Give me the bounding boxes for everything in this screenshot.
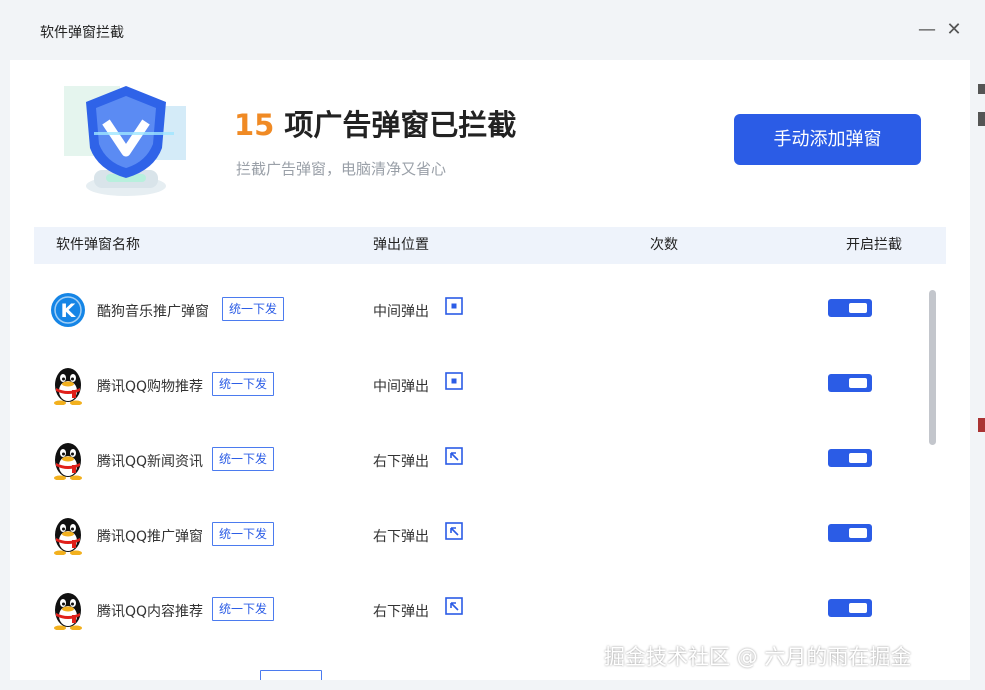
minimize-button[interactable]: —: [914, 18, 940, 42]
toggle-knob: [849, 603, 867, 613]
title-bar: 软件弹窗拦截 — ✕: [0, 0, 985, 60]
center-popup-icon: [445, 372, 463, 390]
distribution-tag: 统一下发: [212, 372, 275, 396]
popup-blocker-window: 软件弹窗拦截 — ✕ 15 项广告弹窗已拦截 拦截广告弹窗，电脑清净又省心 手动添…: [0, 0, 985, 690]
toggle-knob: [849, 528, 867, 538]
block-toggle[interactable]: [828, 599, 872, 617]
table-row: 腾讯QQ购物推荐 统一下发 中间弹出: [34, 348, 914, 423]
svg-text:K: K: [61, 300, 77, 322]
manual-add-button[interactable]: 手动添加弹窗: [734, 114, 921, 165]
popup-position: 中间弹出: [373, 379, 429, 395]
shield-illustration-icon: [64, 86, 186, 196]
close-button[interactable]: ✕: [941, 18, 967, 42]
app-name: 腾讯QQ新闻资讯: [97, 454, 204, 470]
background-edge: [978, 84, 985, 94]
headline: 15 项广告弹窗已拦截: [234, 102, 516, 144]
watermark-text: 掘金技术社区 @ 六月的雨在掘金: [604, 645, 912, 669]
block-toggle[interactable]: [828, 524, 872, 542]
popup-position: 右下弹出: [373, 604, 429, 620]
distribution-tag: 统一下发: [212, 522, 275, 546]
column-header-toggle: 开启拦截: [846, 237, 902, 253]
block-toggle[interactable]: [828, 449, 872, 467]
distribution-tag: 统一下发: [212, 597, 275, 621]
bottom-right-popup-icon: [445, 597, 463, 615]
headline-text: 项广告弹窗已拦截: [284, 108, 517, 142]
qq-penguin-icon: [54, 368, 82, 405]
toggle-knob: [849, 303, 867, 313]
column-header-position: 弹出位置: [373, 237, 429, 253]
main-panel: 15 项广告弹窗已拦截 拦截广告弹窗，电脑清净又省心 手动添加弹窗 软件弹窗名称 …: [10, 60, 970, 680]
kugou-icon: K: [51, 293, 85, 327]
app-name: 腾讯QQ购物推荐: [97, 379, 204, 395]
bottom-right-popup-icon: [445, 522, 463, 540]
app-name: 腾讯QQ推广弹窗: [97, 529, 204, 545]
column-header-count: 次数: [650, 237, 678, 253]
table-row: 腾讯QQ内容推荐 统一下发 右下弹出: [34, 573, 914, 648]
subtitle: 拦截广告弹窗，电脑清净又省心: [236, 160, 447, 178]
app-icon-partial: [50, 665, 86, 680]
blocked-count: 15: [234, 108, 275, 142]
app-name: 腾讯QQ内容推荐: [97, 604, 204, 620]
column-header-name: 软件弹窗名称: [56, 237, 140, 253]
block-toggle[interactable]: [828, 299, 872, 317]
toggle-knob: [849, 378, 867, 388]
window-title: 软件弹窗拦截: [40, 25, 124, 41]
table-row: K 酷狗音乐推广弹窗 统一下发 中间弹出: [34, 273, 914, 348]
qq-penguin-icon: [54, 593, 82, 630]
background-edge: [978, 112, 985, 126]
table-row: 腾讯QQ新闻资讯 统一下发 右下弹出: [34, 423, 914, 498]
distribution-tag-partial: [260, 670, 322, 680]
bottom-right-popup-icon: [445, 447, 463, 465]
table-row: 腾讯QQ推广弹窗 统一下发 右下弹出: [34, 498, 914, 573]
toggle-knob: [849, 453, 867, 463]
qq-penguin-icon: [54, 518, 82, 555]
block-toggle[interactable]: [828, 374, 872, 392]
scrollbar[interactable]: [929, 290, 936, 445]
popup-position: 右下弹出: [373, 529, 429, 545]
qq-penguin-icon: [54, 443, 82, 480]
table-header: 软件弹窗名称 弹出位置 次数 开启拦截: [34, 227, 946, 264]
center-popup-icon: [445, 297, 463, 315]
distribution-tag: 统一下发: [212, 447, 275, 471]
popup-position: 右下弹出: [373, 454, 429, 470]
popup-position: 中间弹出: [373, 304, 429, 320]
app-name: 酷狗音乐推广弹窗: [97, 304, 209, 320]
distribution-tag: 统一下发: [222, 297, 285, 321]
background-edge: [978, 418, 985, 432]
